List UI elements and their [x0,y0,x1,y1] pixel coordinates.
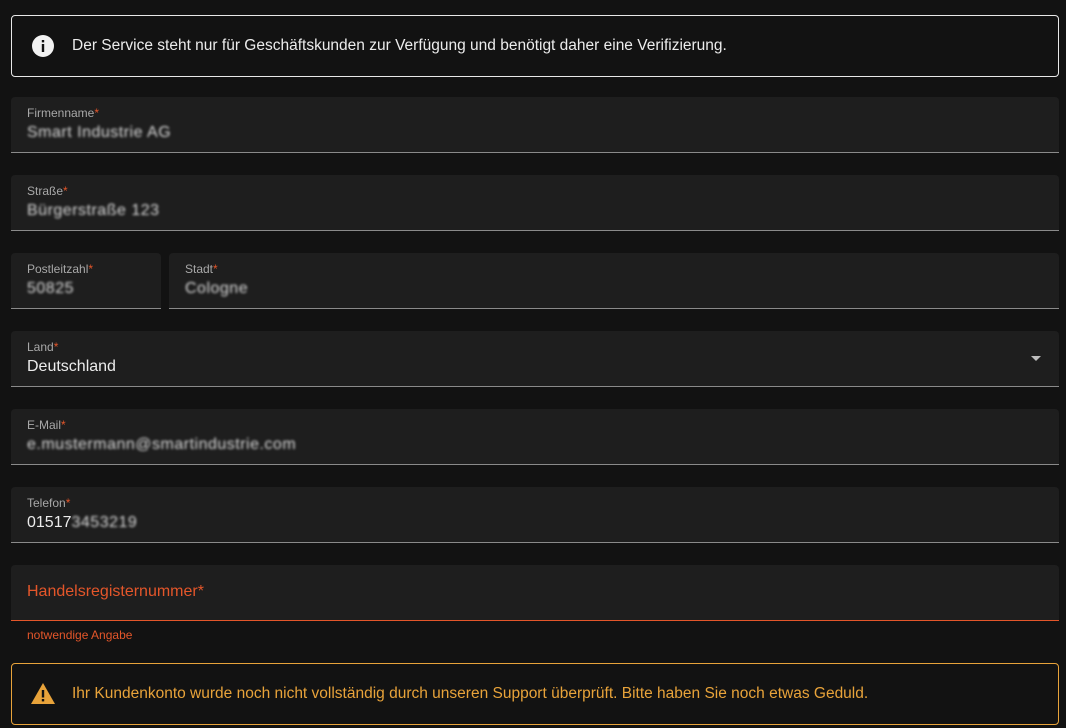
warning-icon [30,681,56,707]
arrow-drop-down-icon[interactable] [1031,356,1041,361]
zip-label: Postleitzahl* [27,262,94,276]
register-number-input[interactable] [27,592,1043,614]
country-value: Deutschland [27,358,116,375]
phone-field[interactable]: Telefon* 015173453219 [11,487,1059,543]
company-name-value: Smart Industrie AG [27,124,172,141]
country-label: Land* [27,340,59,354]
company-name-field[interactable]: Firmenname* Smart Industrie AG [11,97,1059,153]
country-select[interactable]: Land* Deutschland [11,331,1059,387]
info-icon [30,33,56,59]
city-field[interactable]: Stadt* Cologne [169,253,1059,309]
verification-form-page: Der Service steht nur für Geschäftskunde… [0,0,1066,728]
info-alert: Der Service steht nur für Geschäftskunde… [11,15,1059,77]
register-number-helper-text: notwendige Angabe [27,628,133,642]
zip-value: 50825 [27,280,74,297]
city-label: Stadt* [185,262,218,276]
city-value: Cologne [185,280,249,297]
email-label: E-Mail* [27,418,66,432]
street-label: Straße* [27,184,68,198]
register-number-field[interactable]: Handelsregisternummer* [11,565,1059,621]
warning-alert-text: Ihr Kundenkonto wurde noch nicht vollstä… [72,685,869,702]
info-alert-text: Der Service steht nur für Geschäftskunde… [72,37,727,54]
email-value: e.mustermann@smartindustrie.com [27,436,297,453]
company-name-label: Firmenname* [27,106,100,120]
street-value: Bürgerstraße 123 [27,202,160,219]
warning-alert: Ihr Kundenkonto wurde noch nicht vollstä… [11,663,1059,725]
zip-field[interactable]: Postleitzahl* 50825 [11,253,161,309]
street-field[interactable]: Straße* Bürgerstraße 123 [11,175,1059,231]
phone-value: 015173453219 [27,514,138,531]
email-field[interactable]: E-Mail* e.mustermann@smartindustrie.com [11,409,1059,465]
phone-label: Telefon* [27,496,71,510]
